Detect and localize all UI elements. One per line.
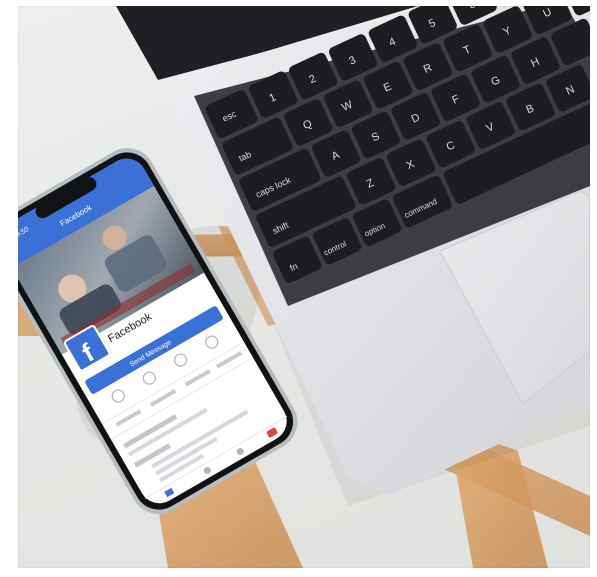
scene-svg: esc 1 2 3 4 5 6 tab Q: [18, 6, 590, 568]
photo-frame: esc 1 2 3 4 5 6 tab Q: [18, 6, 590, 568]
